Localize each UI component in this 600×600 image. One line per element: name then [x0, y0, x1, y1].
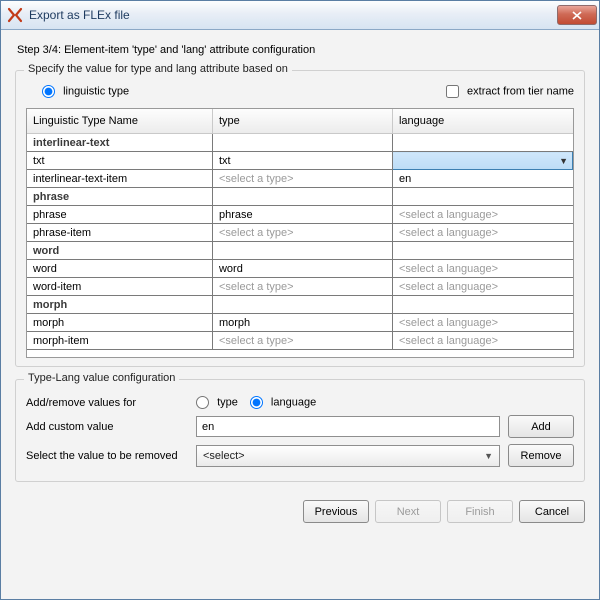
checkbox-extract-tier-input[interactable]	[446, 85, 459, 98]
next-button[interactable]: Next	[375, 500, 441, 523]
name-cell[interactable]: word	[27, 260, 212, 278]
group-cell-empty	[392, 188, 572, 206]
language-cell[interactable]: <select a language>	[392, 332, 572, 350]
type-cell[interactable]: <select a type>	[212, 224, 392, 242]
group-cell-empty	[212, 188, 392, 206]
language-cell[interactable]: <select a language>	[392, 314, 572, 332]
window-title: Export as FLEx file	[29, 8, 557, 22]
type-cell[interactable]: <select a type>	[212, 278, 392, 296]
remove-value-row: Select the value to be removed <select> …	[26, 444, 574, 467]
type-cell[interactable]: morph	[212, 314, 392, 332]
type-cell[interactable]: word	[212, 260, 392, 278]
name-cell[interactable]: phrase	[27, 206, 212, 224]
finish-button[interactable]: Finish	[447, 500, 513, 523]
checkbox-extract-tier-label: extract from tier name	[467, 85, 574, 97]
type-lang-config-group: Type-Lang value configuration Add/remove…	[15, 379, 585, 482]
name-cell[interactable]: morph-item	[27, 332, 212, 350]
addremove-row: Add/remove values for type language	[26, 396, 574, 409]
col-header-lang[interactable]: language	[392, 109, 572, 134]
custom-value-label: Add custom value	[26, 421, 196, 433]
radio-linguistic-type[interactable]: linguistic type	[42, 85, 129, 98]
group-cell-empty	[392, 134, 572, 152]
group-cell-empty	[392, 242, 572, 260]
custom-value-input[interactable]	[196, 416, 500, 437]
app-icon	[7, 7, 23, 23]
dialog-window: Export as FLEx file Step 3/4: Element-it…	[0, 0, 600, 600]
cancel-button[interactable]: Cancel	[519, 500, 585, 523]
group-cell: phrase	[27, 188, 212, 206]
language-cell[interactable]: ▼	[392, 152, 572, 170]
radio-language-label: language	[271, 396, 316, 408]
close-icon	[572, 11, 582, 20]
type-cell[interactable]: <select a type>	[212, 170, 392, 188]
name-cell[interactable]: word-item	[27, 278, 212, 296]
dialog-body: Step 3/4: Element-item 'type' and 'lang'…	[1, 30, 599, 599]
addremove-label: Add/remove values for	[26, 397, 196, 409]
language-cell[interactable]: en	[392, 170, 572, 188]
titlebar: Export as FLEx file	[1, 1, 599, 30]
table-empty-area	[27, 350, 573, 358]
name-cell[interactable]: morph	[27, 314, 212, 332]
name-cell[interactable]: phrase-item	[27, 224, 212, 242]
remove-value-label: Select the value to be removed	[26, 450, 196, 462]
type-lang-table[interactable]: Linguistic Type Name type language inter…	[26, 108, 574, 358]
chevron-down-icon: ▼	[559, 156, 568, 166]
group-cell: interlinear-text	[27, 134, 212, 152]
language-cell[interactable]: <select a language>	[392, 206, 572, 224]
type-lang-config-legend: Type-Lang value configuration	[24, 372, 179, 384]
basis-row: linguistic type extract from tier name	[42, 85, 574, 98]
wizard-footer: Previous Next Finish Cancel	[15, 494, 585, 525]
type-cell[interactable]: <select a type>	[212, 332, 392, 350]
group-cell: morph	[27, 296, 212, 314]
step-label: Step 3/4: Element-item 'type' and 'lang'…	[17, 44, 585, 56]
radio-linguistic-type-label: linguistic type	[63, 85, 129, 97]
checkbox-extract-tier[interactable]: extract from tier name	[446, 85, 574, 98]
add-button[interactable]: Add	[508, 415, 574, 438]
remove-value-selected: <select>	[203, 450, 245, 462]
attribute-basis-group: Specify the value for type and lang attr…	[15, 70, 585, 367]
group-cell-empty	[392, 296, 572, 314]
language-cell[interactable]: <select a language>	[392, 278, 572, 296]
radio-type-label: type	[217, 396, 238, 408]
type-cell[interactable]: txt	[212, 152, 392, 170]
type-cell[interactable]: phrase	[212, 206, 392, 224]
group-cell-empty	[212, 242, 392, 260]
name-cell[interactable]: txt	[27, 152, 212, 170]
group-cell: word	[27, 242, 212, 260]
language-cell[interactable]: <select a language>	[392, 224, 572, 242]
radio-linguistic-type-input[interactable]	[42, 85, 55, 98]
group-cell-empty	[212, 296, 392, 314]
previous-button[interactable]: Previous	[303, 500, 369, 523]
radio-type[interactable]: type	[196, 396, 238, 409]
attribute-basis-legend: Specify the value for type and lang attr…	[24, 63, 292, 75]
group-cell-empty	[212, 134, 392, 152]
custom-value-row: Add custom value Add	[26, 415, 574, 438]
remove-value-select[interactable]: <select> ▼	[196, 445, 500, 467]
radio-type-input[interactable]	[196, 396, 209, 409]
close-button[interactable]	[557, 5, 597, 25]
remove-button[interactable]: Remove	[508, 444, 574, 467]
name-cell[interactable]: interlinear-text-item	[27, 170, 212, 188]
chevron-down-icon: ▼	[484, 451, 493, 461]
language-cell[interactable]: <select a language>	[392, 260, 572, 278]
col-header-type[interactable]: type	[212, 109, 392, 134]
radio-language-input[interactable]	[250, 396, 263, 409]
col-header-name[interactable]: Linguistic Type Name	[27, 109, 212, 134]
radio-language[interactable]: language	[250, 396, 316, 409]
